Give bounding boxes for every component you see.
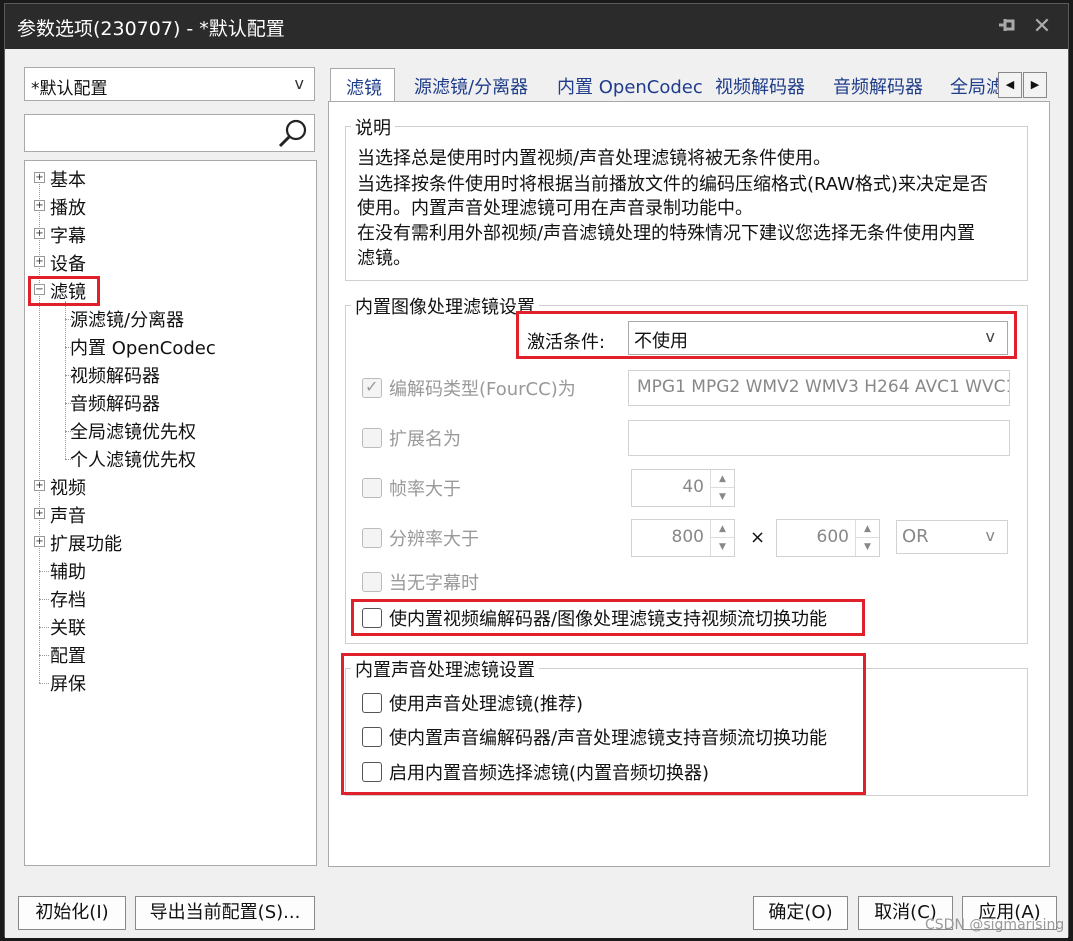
spin-up-icon[interactable]: ▲ [711,520,734,538]
tree-item-config[interactable]: 配置 [50,642,86,668]
expand-icon[interactable]: + [34,172,45,183]
ok-button[interactable]: 确定(O) [753,896,848,930]
tree-item-audio[interactable]: 声音 [50,502,86,528]
export-config-button[interactable]: 导出当前配置(S)... [135,896,315,930]
expand-icon[interactable]: + [34,228,45,239]
highlight-box [28,276,100,306]
tab-opencodec[interactable]: 内置 OpenCodec [557,68,703,102]
framerate-value: 40 [682,477,704,497]
resolution-width-stepper[interactable]: 800 ▲ ▼ [631,519,735,557]
highlight-box [351,599,865,636]
tree-item-source-filters[interactable]: 源滤镜/分离器 [70,306,184,332]
highlight-box [341,653,866,795]
fourcc-input[interactable]: MPG1 MPG2 WMV2 WMV3 H264 AVC1 WVC1 [628,370,1010,406]
description-line: 使用。内置声音处理滤镜可用在声音录制功能中。 [357,198,753,219]
resolution-height-value: 600 [816,527,849,547]
resolution-checkbox[interactable] [362,528,382,548]
init-button[interactable]: 初始化(I) [18,896,126,930]
profile-select[interactable]: *默认配置 v [24,67,315,101]
tree-item-subtitles[interactable]: 字幕 [50,222,86,248]
expand-icon[interactable]: + [34,200,45,211]
chevron-down-icon: v [985,526,995,545]
extension-label: 扩展名为 [389,429,461,450]
framerate-label: 帧率大于 [389,479,461,500]
tree-item-playback[interactable]: 播放 [50,194,86,220]
tree-item-audio-decoder[interactable]: 音频解码器 [70,390,160,416]
search-icon[interactable] [277,118,309,150]
tree-item-screensaver[interactable]: 屏保 [50,670,86,696]
resolution-label: 分辨率大于 [389,529,479,550]
resolution-height-stepper[interactable]: 600 ▲ ▼ [776,519,880,557]
description-title: 说明 [351,114,395,140]
preferences-window: 参数选项(230707) - *默认配置 ✕ *默认配置 v + 基本 + 播放… [4,3,1069,938]
framerate-stepper[interactable]: 40 ▲ ▼ [631,469,735,507]
tree-item-associations[interactable]: 关联 [50,614,86,640]
profile-select-value: *默认配置 [31,79,108,99]
tab-source-filters[interactable]: 源滤镜/分离器 [414,68,528,102]
tree-item-personal-priority[interactable]: 个人滤镜优先权 [70,446,196,472]
tab-filters[interactable]: 滤镜 [330,68,395,102]
tree-item-assist[interactable]: 辅助 [50,558,86,584]
description-line: 当选择总是使用时内置视频/声音处理滤镜将被无条件使用。 [357,148,832,169]
expand-icon[interactable]: + [34,508,45,519]
extension-input[interactable] [628,420,1010,456]
fourcc-label: 编解码类型(FourCC)为 [389,379,576,400]
no-subtitle-checkbox[interactable] [362,572,382,592]
settings-tree: + 基本 + 播放 + 字幕 + 设备 − 滤镜 源滤镜/分离器 内置 Open… [24,160,317,866]
no-subtitle-label: 当无字幕时 [389,573,479,594]
tab-audio-decoder[interactable]: 音频解码器 [833,68,923,102]
tree-item-extensions[interactable]: 扩展功能 [50,530,122,556]
spin-down-icon[interactable]: ▼ [711,538,734,556]
description-line: 在没有需利用外部视频/声音滤镜处理的特殊情况下建议您选择无条件使用内置 [357,223,976,244]
tab-scroll-left-icon[interactable]: ◀ [998,72,1022,98]
tree-item-opencodec[interactable]: 内置 OpenCodec [70,334,216,360]
expand-icon[interactable]: + [34,536,45,547]
highlight-box [516,311,1017,359]
tree-item-video[interactable]: 视频 [50,474,86,500]
expand-icon[interactable]: + [34,256,45,267]
chevron-down-icon: v [294,74,304,93]
search-input[interactable] [24,114,315,152]
watermark: CSDN @sigmarising [925,917,1065,933]
description-line: 滤镜。 [357,248,411,269]
close-icon[interactable]: ✕ [1029,14,1055,40]
title-bar: 参数选项(230707) - *默认配置 ✕ [5,4,1068,49]
tree-item-archive[interactable]: 存档 [50,586,86,612]
video-filter-group-title: 内置图像处理滤镜设置 [351,293,539,319]
tree-item-global-priority[interactable]: 全局滤镜优先权 [70,418,196,444]
pin-icon[interactable] [993,14,1019,40]
spin-down-icon[interactable]: ▼ [711,488,734,506]
resolution-operator-select[interactable]: OR v [896,520,1008,554]
fourcc-checkbox[interactable] [362,377,382,398]
tree-item-basic[interactable]: 基本 [50,166,86,192]
description-line: 当选择按条件使用时将根据当前播放文件的编码压缩格式(RAW格式)来决定是否 [357,174,988,195]
framerate-checkbox[interactable] [362,478,382,498]
tab-panel: 说明 当选择总是使用时内置视频/声音处理滤镜将被无条件使用。 当选择按条件使用时… [328,101,1050,867]
tab-video-decoder[interactable]: 视频解码器 [715,68,805,102]
spin-up-icon[interactable]: ▲ [711,470,734,488]
tab-strip: 滤镜 源滤镜/分离器 内置 OpenCodec 视频解码器 音频解码器 全局滤 … [328,68,1050,102]
tree-item-devices[interactable]: 设备 [50,250,86,276]
tab-global[interactable]: 全局滤 [950,68,998,102]
extension-checkbox[interactable] [362,428,382,448]
tab-scroll-right-icon[interactable]: ▶ [1023,72,1047,98]
window-title: 参数选项(230707) - *默认配置 [17,18,285,40]
tree-item-video-decoder[interactable]: 视频解码器 [70,362,160,388]
expand-icon[interactable]: + [34,480,45,491]
spin-down-icon[interactable]: ▼ [856,538,879,556]
resolution-width-value: 800 [671,527,704,547]
resolution-operator-value: OR [902,526,929,547]
times-sign: × [750,527,766,548]
spin-up-icon[interactable]: ▲ [856,520,879,538]
